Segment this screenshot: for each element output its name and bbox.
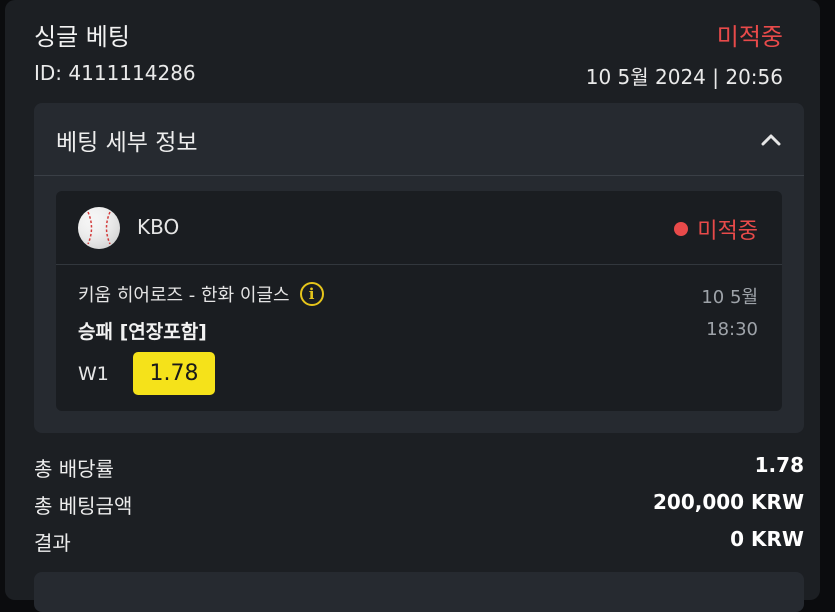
baseball-icon — [78, 207, 120, 249]
league-name: KBO — [137, 215, 180, 239]
chevron-up-icon[interactable] — [760, 129, 782, 151]
summary-value: 1.78 — [754, 453, 804, 477]
market-name: 승패 [연장포함] — [78, 321, 207, 343]
next-panel — [34, 572, 804, 612]
event-time: 18:30 — [706, 319, 758, 340]
bet-type-title: 싱글 베팅 — [34, 23, 130, 51]
summary-value: 0 KRW — [730, 527, 804, 551]
odds-badge: 1.78 — [133, 352, 215, 395]
event-status-label: 미적중 — [697, 219, 758, 244]
match-row: 키움 히어로즈 - 한화 이글스 i — [78, 281, 324, 307]
summary-label: 총 베팅금액 — [34, 494, 133, 518]
summary-label: 총 배당률 — [34, 457, 114, 481]
match-name: 키움 히어로즈 - 한화 이글스 — [78, 285, 290, 306]
bet-card: 싱글 베팅 미적중 ID: 4111114286 10 5월 2024 | 20… — [5, 0, 820, 612]
summary-label: 결과 — [34, 531, 71, 555]
event-status: 미적중 — [674, 213, 758, 245]
bet-id: ID: 4111114286 — [34, 61, 196, 85]
selection-label: W1 — [78, 363, 109, 385]
bet-status: 미적중 — [716, 23, 783, 51]
status-dot-icon — [674, 222, 689, 236]
bet-details-panel: 베팅 세부 정보 KBO 미적중 키움 히어로즈 - 한화 이글스 i 승패 [… — [34, 103, 804, 433]
summary-row-total-odds: 총 배당률 1.78 — [34, 453, 804, 482]
summary-row-result: 결과 0 KRW — [34, 527, 804, 556]
bet-details-header[interactable]: 베팅 세부 정보 — [34, 103, 804, 176]
event-header: KBO 미적중 — [56, 191, 782, 265]
info-icon[interactable]: i — [299, 282, 324, 306]
bet-details-title: 베팅 세부 정보 — [56, 130, 198, 156]
event-item: KBO 미적중 키움 히어로즈 - 한화 이글스 i 승패 [연장포함] 10 … — [56, 191, 782, 411]
event-date: 10 5월 — [701, 287, 758, 308]
summary-row-stake: 총 베팅금액 200,000 KRW — [34, 490, 804, 519]
summary-value: 200,000 KRW — [652, 490, 804, 514]
bet-datetime: 10 5월 2024 | 20:56 — [585, 65, 783, 89]
